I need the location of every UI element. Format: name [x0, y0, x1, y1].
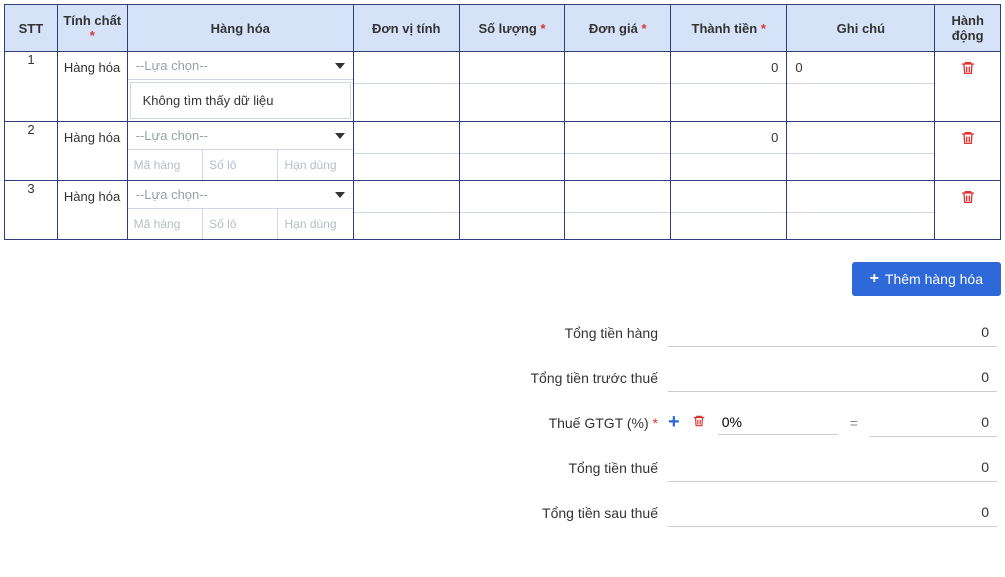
row-action [935, 122, 1001, 181]
row-action [935, 181, 1001, 240]
total-tien-thue-value: 0 [668, 453, 997, 482]
total-tien-hang-value: 0 [668, 318, 997, 347]
row-thanhtien[interactable] [671, 181, 787, 240]
total-row-tien-hang: Tổng tiền hàng 0 [4, 310, 1001, 355]
solo-input[interactable] [203, 150, 278, 180]
row-dvt[interactable] [353, 122, 459, 181]
totals-section: Tổng tiền hàng 0 Tổng tiền trước thuế 0 … [4, 310, 1001, 535]
col-dvt: Đơn vị tính [353, 5, 459, 52]
goods-select[interactable]: --Lựa chọn-- [128, 52, 353, 80]
row-thanhtien[interactable]: 0 [671, 122, 787, 181]
table-row: 3 Hàng hóa --Lựa chọn-- [5, 181, 1001, 240]
row-tinhchat[interactable]: Hàng hóa [57, 181, 127, 240]
delete-row-button[interactable] [960, 122, 976, 149]
total-row-sau-thue: Tổng tiền sau thuế 0 [4, 490, 1001, 535]
row-stt: 2 [5, 122, 58, 181]
row-soluong[interactable] [459, 181, 565, 240]
delete-row-button[interactable] [960, 181, 976, 208]
row-soluong[interactable] [459, 122, 565, 181]
action-bar: + Thêm hàng hóa [4, 262, 1001, 296]
row-ghichu[interactable] [787, 181, 935, 240]
row-dongia[interactable] [565, 52, 671, 122]
col-stt: STT [5, 5, 58, 52]
row-dvt[interactable] [353, 52, 459, 122]
col-thanhtien: Thành tiền * [671, 5, 787, 52]
delete-row-button[interactable] [960, 52, 976, 79]
total-row-truoc-thue: Tổng tiền trước thuế 0 [4, 355, 1001, 400]
col-ghichu: Ghi chú [787, 5, 935, 52]
total-row-tien-thue: Tổng tiền thuế 0 [4, 445, 1001, 490]
row-soluong[interactable] [459, 52, 565, 122]
total-row-thue-gtgt: Thuế GTGT (%) * + = 0 [4, 400, 1001, 445]
row-stt: 3 [5, 181, 58, 240]
row-dvt[interactable] [353, 181, 459, 240]
tax-pct-input[interactable] [718, 410, 838, 435]
row-thanhtien[interactable]: 0 [671, 52, 787, 122]
row-tinhchat[interactable]: Hàng hóa [57, 52, 127, 122]
handung-input[interactable] [278, 209, 352, 239]
row-hanghoa: --Lựa chọn-- Không tìm thấy dữ liệu [127, 52, 353, 122]
row-ghichu[interactable] [787, 122, 935, 181]
col-hanghoa: Hàng hóa [127, 5, 353, 52]
delete-tax-button[interactable] [692, 414, 706, 431]
tax-value: 0 [870, 408, 997, 437]
row-dongia[interactable] [565, 122, 671, 181]
row-action [935, 52, 1001, 122]
row-stt: 1 [5, 52, 58, 122]
handung-input[interactable] [278, 150, 352, 180]
goods-details [128, 150, 353, 180]
row-hanghoa: --Lựa chọn-- [127, 181, 353, 240]
goods-select[interactable]: --Lựa chọn-- [128, 181, 353, 209]
chevron-down-icon [335, 133, 345, 139]
table-row: 1 Hàng hóa --Lựa chọn-- Không tìm thấy d… [5, 52, 1001, 122]
total-sau-thue-value: 0 [668, 498, 997, 527]
add-tax-button[interactable]: + [668, 411, 680, 434]
col-dongia: Đơn giá * [565, 5, 671, 52]
row-hanghoa: --Lựa chọn-- [127, 122, 353, 181]
row-ghichu[interactable]: 0 [787, 52, 935, 122]
goods-table: STT Tính chất * Hàng hóa Đơn vị tính Số … [4, 4, 1001, 240]
chevron-down-icon [335, 63, 345, 69]
mahang-input[interactable] [128, 209, 203, 239]
plus-icon: + [870, 271, 879, 287]
row-dongia[interactable] [565, 181, 671, 240]
row-tinhchat[interactable]: Hàng hóa [57, 122, 127, 181]
table-row: 2 Hàng hóa --Lựa chọn-- 0 [5, 122, 1001, 181]
add-goods-button[interactable]: + Thêm hàng hóa [852, 262, 1001, 296]
col-tinhchat: Tính chất * [57, 5, 127, 52]
mahang-input[interactable] [128, 150, 203, 180]
goods-dropdown-empty: Không tìm thấy dữ liệu [130, 82, 351, 119]
total-truoc-thue-value: 0 [668, 363, 997, 392]
col-soluong: Số lượng * [459, 5, 565, 52]
chevron-down-icon [335, 192, 345, 198]
goods-details [128, 209, 353, 239]
col-hanhdong: Hành động [935, 5, 1001, 52]
solo-input[interactable] [203, 209, 278, 239]
goods-select[interactable]: --Lựa chọn-- [128, 122, 353, 150]
equals-sign: = [850, 415, 858, 431]
